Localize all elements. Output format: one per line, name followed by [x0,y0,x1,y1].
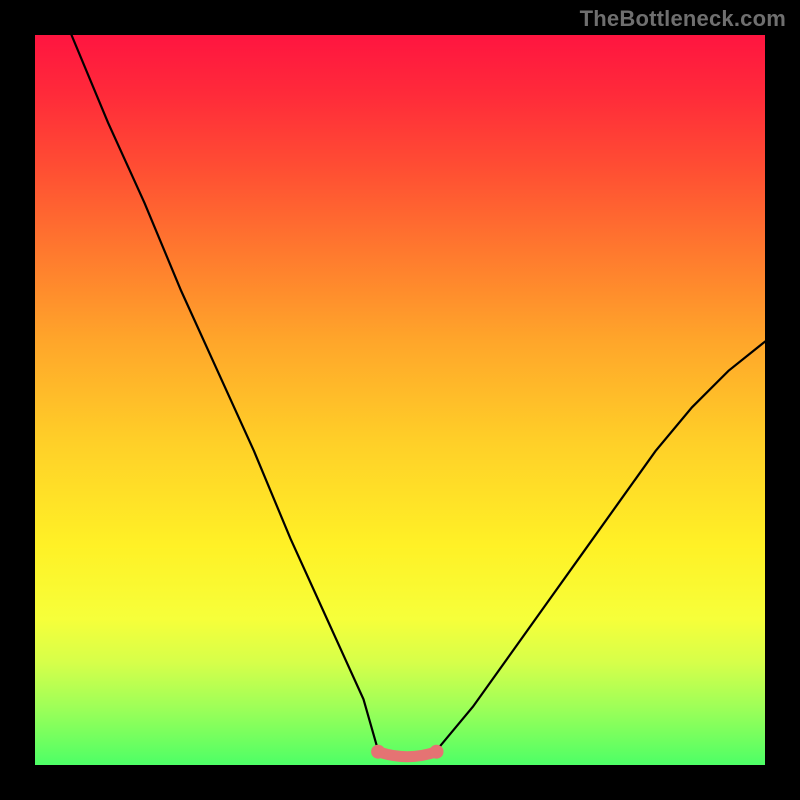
plot-area [35,35,765,765]
highlight-dot-right [430,745,444,759]
watermark-text: TheBottleneck.com [580,6,786,32]
chart-frame: TheBottleneck.com [0,0,800,800]
highlight-dot-left [371,745,385,759]
curve-svg [35,35,765,765]
flat-minimum-highlight [378,752,436,757]
bottleneck-curve [72,35,766,758]
